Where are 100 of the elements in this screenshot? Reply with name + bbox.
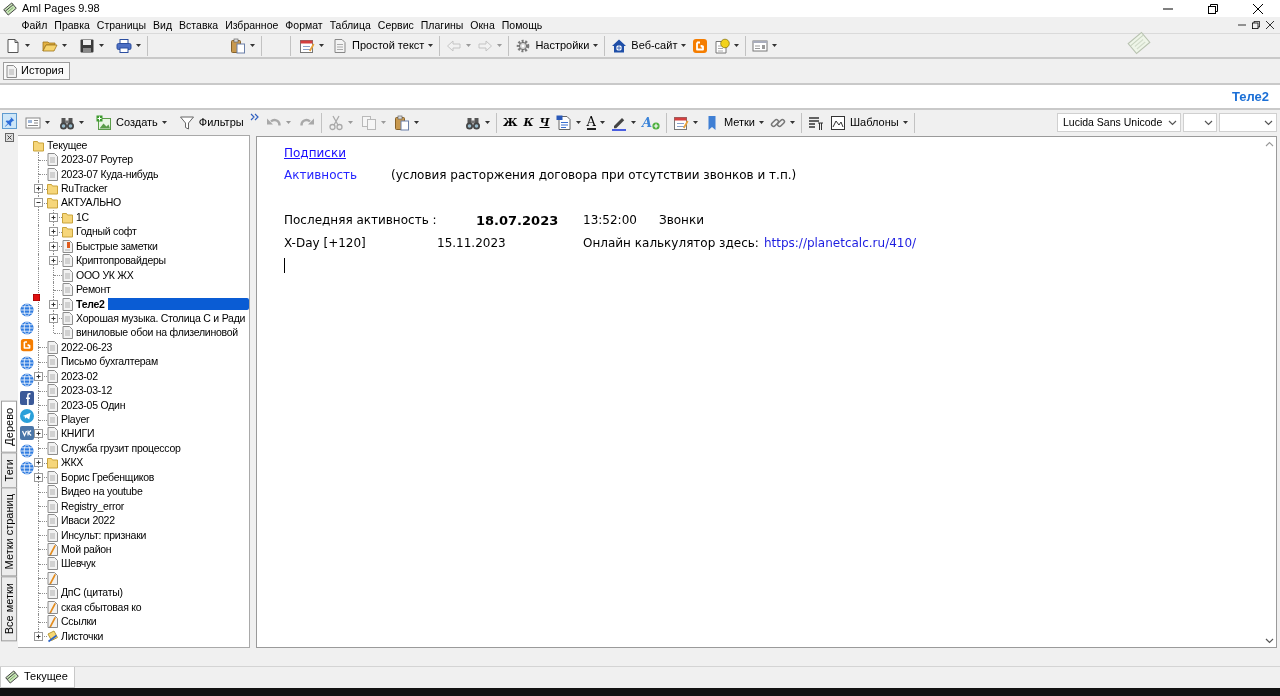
side-tab[interactable]: Теги — [1, 451, 17, 489]
website-button[interactable]: Веб-сайт — [608, 34, 690, 57]
globe-icon[interactable] — [20, 303, 34, 317]
tree-item[interactable]: Борис Гребенщиков — [47, 470, 155, 485]
side-tab[interactable]: Все метки — [1, 575, 17, 641]
tree-item[interactable]: ДпС (цитаты) — [47, 585, 123, 600]
tree-item[interactable]: виниловые обои на флизелиновой — [62, 325, 238, 341]
tree-item[interactable]: Инсульт: признаки — [47, 527, 147, 543]
menu-item[interactable]: Правка — [50, 18, 94, 32]
underline-button[interactable]: Ч — [536, 111, 553, 134]
tree-item[interactable]: 2023-07 Роутер — [47, 152, 133, 167]
templates-button[interactable]: Шаблоны — [827, 111, 911, 134]
folder-icon — [62, 210, 73, 224]
expand-toggle[interactable] — [34, 472, 43, 482]
panel-close-icon[interactable] — [4, 133, 14, 142]
tree-item[interactable]: Player — [47, 412, 90, 427]
bookmarks-button[interactable]: Метки — [701, 111, 768, 134]
tree-item[interactable]: Листочки — [47, 628, 104, 644]
tree-item[interactable]: 2023-02 — [47, 369, 98, 384]
menu-item[interactable]: Помощь — [498, 18, 546, 32]
url-link[interactable]: https://planetcalc.ru/410/ — [763, 235, 917, 250]
menu-item[interactable]: Вид — [149, 18, 176, 32]
filter-button[interactable]: Фильтры — [175, 111, 247, 134]
tree-item[interactable]: 1С — [62, 210, 89, 225]
create-button[interactable]: Создать — [93, 111, 170, 134]
folder-icon — [47, 196, 58, 210]
activity-link[interactable]: Активность — [284, 168, 358, 183]
close-icon[interactable] — [1266, 21, 1274, 29]
tree-item[interactable]: ООО УК ЖХ — [62, 267, 134, 283]
expand-toggle[interactable] — [49, 256, 58, 266]
font-select[interactable]: Lucida Sans Unicode — [1057, 113, 1181, 132]
expand-toggle[interactable] — [49, 212, 58, 222]
font-color-button[interactable]: A — [583, 111, 608, 134]
tree-item[interactable]: Иваси 2022 — [47, 513, 115, 528]
scroll-up-icon[interactable] — [1264, 141, 1274, 147]
globe-icon[interactable] — [20, 355, 34, 370]
tree-item[interactable]: Ссылки — [47, 614, 97, 629]
tree-item[interactable]: Криптопровайдеры — [62, 253, 166, 268]
collapse-toggle[interactable] — [34, 198, 43, 208]
plain-text-button[interactable]: Простой текст — [329, 34, 437, 57]
expand-toggle[interactable] — [34, 631, 43, 641]
globe-icon[interactable] — [20, 373, 34, 388]
italic-button[interactable]: К — [520, 111, 537, 134]
tree-item[interactable]: 2022-06-23 — [47, 340, 113, 355]
menu-item[interactable]: Избранное — [221, 18, 282, 32]
settings-button[interactable]: Настройки — [512, 34, 602, 57]
globe-icon[interactable] — [20, 320, 34, 335]
restore-icon[interactable] — [1252, 21, 1260, 29]
tree-item[interactable]: ская сбытовая ко — [47, 600, 142, 615]
tree-item[interactable]: Хорошая музыка. Столица С и Ради — [62, 311, 246, 326]
tree-item[interactable]: ЖКХ — [47, 455, 84, 471]
tree-item[interactable]: Текущее — [33, 138, 88, 153]
pin-button[interactable] — [1, 113, 17, 129]
tree-item[interactable]: Видео на youtube — [47, 484, 143, 499]
tree-item[interactable]: АКТУАЛЬНО — [47, 195, 122, 211]
menu-item[interactable]: Файл — [18, 18, 51, 32]
tree-item[interactable] — [47, 571, 58, 586]
expand-toggle[interactable] — [49, 299, 58, 309]
tree-item[interactable]: Ремонт — [62, 282, 111, 297]
tree-item[interactable]: 2023-07 Куда-нибудь — [47, 166, 159, 182]
expand-toggle[interactable] — [49, 227, 58, 237]
menu-item[interactable]: Формат — [281, 18, 327, 32]
minimize-icon[interactable] — [1238, 21, 1246, 29]
tree-item[interactable]: Registry_error — [47, 498, 125, 514]
page-tab[interactable]: История — [3, 62, 70, 80]
globe-icon[interactable] — [20, 443, 34, 458]
menu-item[interactable]: Страницы — [93, 18, 150, 32]
expand-toggle[interactable] — [49, 241, 58, 251]
expand-toggle[interactable] — [34, 458, 43, 468]
f-logo-icon[interactable] — [20, 390, 34, 405]
tree-item[interactable]: Шевчук — [47, 556, 96, 572]
subscriptions-link[interactable]: Подписки — [284, 146, 346, 161]
tree-item[interactable]: 2023-05 Один — [47, 397, 126, 413]
expand-toggle[interactable] — [34, 371, 43, 381]
bold-button[interactable]: Ж — [500, 111, 521, 134]
tree-item[interactable]: КНИГИ — [47, 426, 95, 442]
side-tab[interactable]: Дерево — [1, 401, 17, 453]
expand-toggle[interactable] — [34, 429, 43, 439]
menu-item[interactable]: Окна — [466, 18, 499, 32]
paper-plane-icon[interactable] — [20, 408, 34, 423]
document-tab[interactable]: Текущее — [0, 667, 75, 688]
globe-icon[interactable] — [20, 461, 34, 476]
expand-toggle[interactable] — [49, 313, 58, 323]
tree-item[interactable]: 2023-03-12 — [47, 383, 113, 398]
tree-item[interactable]: Служба грузит процессор — [47, 441, 181, 456]
menu-item[interactable]: Таблица — [326, 18, 375, 32]
list-view-icon — [25, 114, 41, 131]
vk-logo-icon[interactable] — [20, 426, 34, 441]
tree-item[interactable]: RuTracker — [47, 181, 108, 196]
tree-item[interactable]: Годный софт — [62, 224, 137, 240]
tree-item[interactable]: Мой район — [47, 542, 112, 557]
menu-item[interactable]: Вставка — [175, 18, 222, 32]
tree-item[interactable]: Письмо бухгалтерам — [47, 354, 158, 369]
side-tab[interactable]: Метки страниц — [1, 487, 17, 577]
menu-item[interactable]: Плагины — [417, 18, 467, 32]
scroll-down-icon[interactable] — [1264, 638, 1274, 644]
tree-item[interactable]: Быстрые заметки — [62, 239, 158, 254]
expand-toggle[interactable] — [34, 184, 43, 194]
menu-item[interactable]: Сервис — [374, 18, 418, 32]
blog-icon[interactable] — [20, 338, 34, 353]
